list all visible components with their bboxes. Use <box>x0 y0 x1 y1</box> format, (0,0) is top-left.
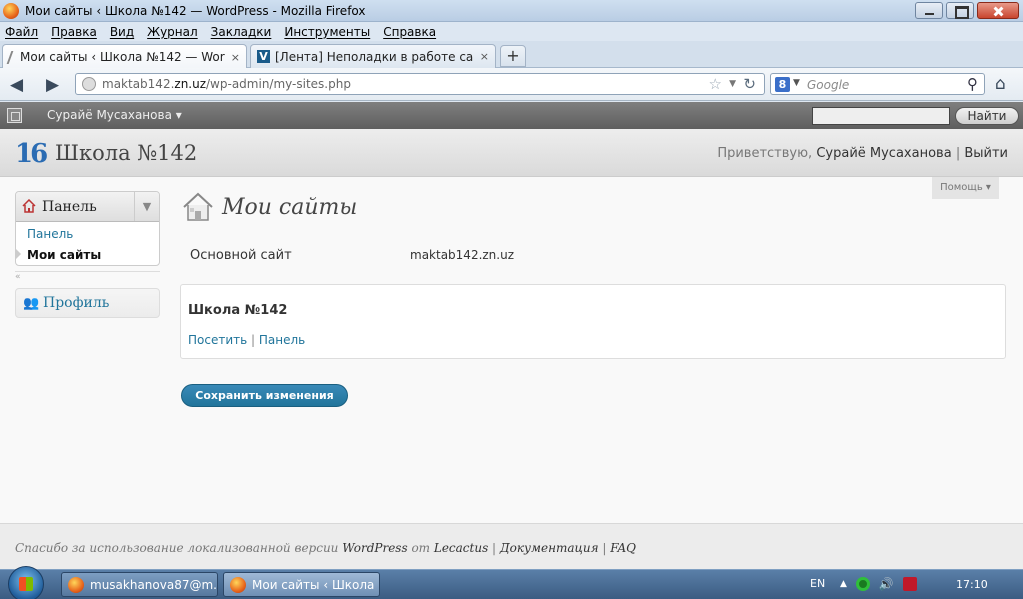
firefox-icon <box>68 576 84 593</box>
current-item-arrow-icon <box>16 249 21 259</box>
reload-icon[interactable]: ↻ <box>743 75 756 93</box>
sidebar-item-profile[interactable]: 👥 Профиль <box>15 288 160 318</box>
sidebar-subitem-dashboard[interactable]: Панель <box>27 227 73 241</box>
volume-icon[interactable]: 🔊 <box>879 577 894 591</box>
firefox-icon <box>230 576 246 593</box>
menu-bar: Файл Правка Вид Журнал Закладки Инструме… <box>0 22 1023 41</box>
minimize-button[interactable] <box>915 2 943 19</box>
page-title: Мои сайты <box>222 195 358 220</box>
menu-edit[interactable]: Правка <box>51 25 97 39</box>
tab-label: [Лента] Неполадки в работе сайтов... <box>275 49 474 64</box>
sidebar-item-label: Профиль <box>43 295 110 311</box>
dashboard-link[interactable]: Панель <box>259 333 305 347</box>
forward-arrow-icon[interactable]: ▶ <box>46 75 59 95</box>
show-hidden-icons-icon[interactable]: ▲ <box>840 579 847 591</box>
menu-help[interactable]: Справка <box>383 25 436 39</box>
documentation-link[interactable]: Документация <box>500 541 599 555</box>
footer: Спасибо за использование локализованной … <box>0 523 1023 569</box>
taskbar: musakhanova87@m... Мои сайты ‹ Школа ...… <box>0 566 1023 599</box>
greeting-user-link[interactable]: Сурайё Мусаханова <box>816 146 951 161</box>
wordpress-link[interactable]: WordPress <box>342 541 407 555</box>
firefox-icon <box>3 3 19 19</box>
sidebar-menu: Панель ▼ Панель Мои сайты <box>15 191 160 266</box>
home-icon[interactable]: ⌂ <box>995 74 1006 94</box>
collapse-icon[interactable]: « <box>15 272 21 282</box>
chevron-down-icon[interactable]: ▼ <box>793 78 800 88</box>
bookmark-star-icon[interactable]: ☆ <box>709 75 722 93</box>
save-changes-button[interactable]: Сохранить изменения <box>181 384 348 407</box>
back-arrow-icon[interactable]: ◀ <box>10 75 23 95</box>
taskbar-button-mail[interactable]: musakhanova87@m... <box>61 572 218 597</box>
menu-bookmarks[interactable]: Закладки <box>211 25 272 39</box>
sidebar-item-dashboard[interactable]: Панель ▼ <box>16 192 159 222</box>
search-placeholder[interactable]: Google <box>807 78 849 92</box>
faq-link[interactable]: FAQ <box>610 541 636 555</box>
primary-site-label: Основной сайт <box>190 248 292 263</box>
sidebar-subitem-my-sites[interactable]: Мои сайты <box>27 248 101 262</box>
users-icon: 👥 <box>23 296 40 311</box>
help-tab[interactable]: Помощь ▾ <box>932 177 999 199</box>
footer-text: Спасибо за использование локализованной … <box>15 541 637 555</box>
network-status-icon[interactable] <box>855 577 870 591</box>
tab-my-sites[interactable]: Мои сайты ‹ Школа №142 — WordP... × <box>2 44 247 69</box>
url-bar[interactable]: maktab142.zn.uz/wp-admin/my-sites.php ☆ … <box>75 73 765 95</box>
site-card-name: Школа №142 <box>188 303 288 318</box>
taskbar-button-my-sites[interactable]: Мои сайты ‹ Школа ... <box>223 572 380 597</box>
site-logo-icon: 16 <box>15 139 48 169</box>
close-tab-icon[interactable]: × <box>480 50 489 63</box>
greeting: Приветствую, Сурайё Мусаханова | Выйти <box>717 146 1008 161</box>
tray-app-icon[interactable] <box>902 577 917 591</box>
site-name[interactable]: Школа №142 <box>55 141 197 165</box>
tab-lenta[interactable]: V [Лента] Неполадки в работе сайтов... × <box>250 44 496 68</box>
search-bar[interactable]: 8 ▼ Google ⚲ <box>770 73 985 95</box>
clock[interactable]: 17:10 <box>956 578 988 591</box>
search-icon[interactable]: ⚲ <box>967 75 978 93</box>
admin-bar: Сурайё Мусаханова ▾ Найти <box>0 102 1023 129</box>
window-controls <box>915 2 1019 19</box>
maximize-button[interactable] <box>946 2 974 19</box>
url-text[interactable]: maktab142.zn.uz/wp-admin/my-sites.php <box>102 77 351 91</box>
home-icon <box>22 199 36 213</box>
close-window-button[interactable] <box>977 2 1019 19</box>
tab-label: Мои сайты ‹ Школа №142 — WordP... <box>20 50 225 64</box>
admin-logo-icon[interactable] <box>7 108 22 123</box>
admin-user-menu[interactable]: Сурайё Мусаханова ▾ <box>47 108 182 122</box>
admin-search-button[interactable]: Найти <box>955 107 1019 125</box>
primary-site-value[interactable]: maktab142.zn.uz <box>410 248 514 262</box>
lecactus-link[interactable]: Lecactus <box>434 541 488 555</box>
menu-file[interactable]: Файл <box>5 25 38 39</box>
window-title: Мои сайты ‹ Школа №142 — WordPress - Moz… <box>25 4 366 18</box>
menu-history[interactable]: Журнал <box>147 25 198 39</box>
new-tab-button[interactable]: + <box>500 45 526 67</box>
system-tray: ▲ 🔊 <box>840 577 917 591</box>
v-icon: V <box>257 50 270 63</box>
visit-link[interactable]: Посетить <box>188 333 247 347</box>
tab-strip: Мои сайты ‹ Школа №142 — WordP... × V [Л… <box>0 41 1023 69</box>
chevron-down-icon[interactable]: ▼ <box>134 192 159 221</box>
start-button[interactable] <box>8 566 44 599</box>
language-indicator[interactable]: EN <box>810 577 825 590</box>
menu-tools[interactable]: Инструменты <box>284 25 370 39</box>
navigation-bar: ◀ ▶ maktab142.zn.uz/wp-admin/my-sites.ph… <box>0 68 1023 101</box>
site-header: 16 Школа №142 Приветствую, Сурайё Мусаха… <box>0 129 1023 177</box>
home-icon <box>183 192 213 221</box>
window-titlebar: Мои сайты ‹ Школа №142 — WordPress - Moz… <box>0 0 1023 22</box>
site-card-links: Посетить | Панель <box>188 333 306 347</box>
site-card: Школа №142 Посетить | Панель <box>180 284 1006 359</box>
collapse-menu[interactable]: « <box>15 271 160 282</box>
google-icon[interactable]: 8 <box>775 77 790 92</box>
globe-icon <box>82 77 96 91</box>
admin-search-input[interactable] <box>812 107 950 125</box>
logout-link[interactable]: Выйти <box>964 146 1008 161</box>
close-tab-icon[interactable]: × <box>231 51 240 64</box>
wordpress-icon <box>6 50 18 64</box>
menu-view[interactable]: Вид <box>110 25 134 39</box>
sidebar-item-label: Панель <box>42 199 97 215</box>
chevron-down-icon[interactable]: ▼ <box>729 79 736 89</box>
